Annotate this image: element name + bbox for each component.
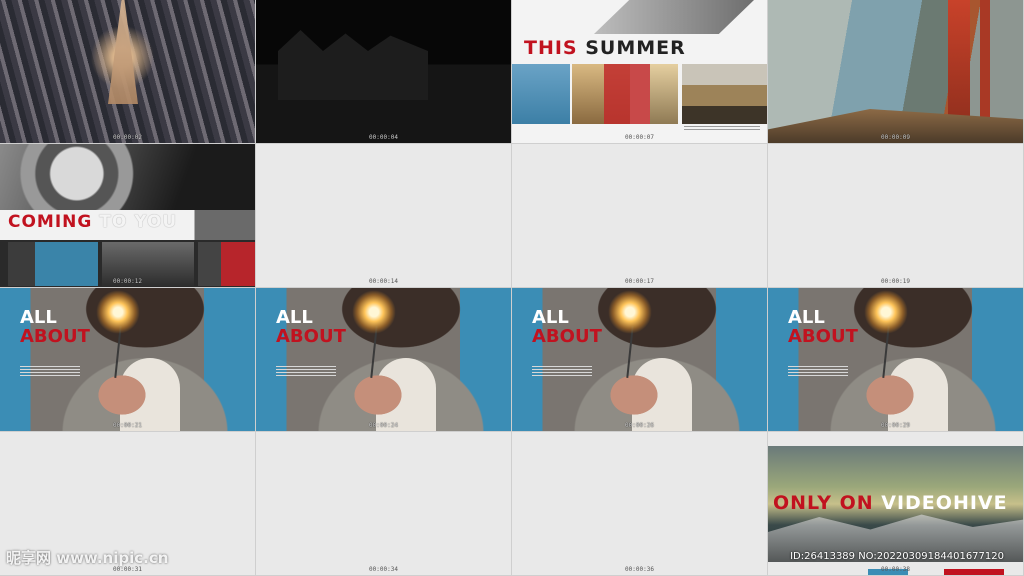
- title-red-word: ONLY ON: [773, 492, 874, 514]
- hand-graphic: [604, 370, 664, 420]
- thumbnail-sparkler[interactable]: ALL ABOUT 00:00:21: [0, 288, 256, 432]
- title-white-word: VIDEOHIVE: [881, 492, 1008, 514]
- timestamp: 00:00:36: [625, 566, 654, 573]
- thumbnail-dark-town[interactable]: 00:00:04: [256, 0, 512, 144]
- hand-graphic: [860, 370, 920, 420]
- title-line-2: ABOUT: [20, 326, 90, 347]
- text-placeholder-lines: [788, 366, 848, 378]
- timestamp: 00:00:24: [369, 422, 398, 429]
- text-placeholder-lines: [684, 126, 760, 132]
- title-line-2: ABOUT: [276, 326, 346, 347]
- title-line-2: ABOUT: [532, 326, 602, 347]
- sparkler-glow: [352, 290, 396, 334]
- thumbnail-city-blur[interactable]: 00:00:02: [0, 0, 256, 144]
- thumbnail-sparkler[interactable]: ALL ABOUT 00:00:26: [512, 288, 768, 432]
- thumbnail-sparkler[interactable]: ALL ABOUT 00:00:24: [256, 288, 512, 432]
- timestamp: 00:00:29: [881, 422, 910, 429]
- watermark-text: 昵享网 www.nipic.cn: [6, 549, 169, 567]
- thumbnail-blank[interactable]: 00:00:14: [256, 144, 512, 288]
- text-placeholder-lines: [20, 366, 80, 378]
- photo-strip-town: [682, 64, 767, 124]
- building-graphic: [108, 0, 138, 104]
- title-line-1: ALL: [276, 307, 313, 328]
- coming-to-you-title: COMING TO YOU: [8, 212, 177, 232]
- slanted-shape: [594, 0, 754, 34]
- timestamp: 00:00:17: [625, 278, 654, 285]
- thumbnail-coming-to-you[interactable]: COMING TO YOU 00:00:12: [0, 144, 256, 288]
- thumbnail-blank[interactable]: 00:00:19: [768, 144, 1024, 288]
- thumbnail-bridge-blur[interactable]: 00:00:09: [768, 0, 1024, 144]
- timestamp: 00:00:38: [881, 566, 910, 573]
- building-silhouette: [278, 30, 428, 100]
- thumbnail-blank[interactable]: 00:00:36: [512, 432, 768, 576]
- timestamp: 00:00:19: [881, 278, 910, 285]
- hand-graphic: [348, 370, 408, 420]
- title-line-2: ABOUT: [788, 326, 858, 347]
- photo-strip-house-2: [650, 64, 678, 124]
- title-dark-word: SUMMER: [585, 37, 686, 59]
- thumbnail-this-summer[interactable]: THIS SUMMER 00:00:07: [512, 0, 768, 144]
- timestamp: 00:00:34: [369, 566, 398, 573]
- timestamp: 00:00:26: [625, 422, 654, 429]
- sparkler-glow: [608, 290, 652, 334]
- this-summer-title: THIS SUMMER: [524, 37, 686, 59]
- text-placeholder-lines: [276, 366, 336, 378]
- sparkler-glow: [864, 290, 908, 334]
- timestamp: 00:00:07: [625, 134, 654, 141]
- only-on-videohive-title: ONLY ON VIDEOHIVE: [773, 492, 1008, 514]
- timestamp: 00:00:14: [369, 278, 398, 285]
- sparkler-glow: [96, 290, 140, 334]
- title-red-word: COMING: [8, 212, 93, 232]
- timestamp: 00:00:02: [113, 134, 142, 141]
- hand-graphic: [92, 370, 152, 420]
- bridge-cable: [980, 0, 990, 120]
- title-white-word: TO YOU: [99, 212, 178, 232]
- thumbnail-grid: 00:00:02 00:00:04 THIS SUMMER 00:00:07 0…: [0, 0, 1024, 576]
- image-id-text: ID:26413389 NO:20220309184401677120: [790, 551, 1004, 562]
- timestamp: 00:00:09: [881, 134, 910, 141]
- photo-strip-blue: [512, 64, 570, 124]
- timestamp: 00:00:04: [369, 134, 398, 141]
- photo-strip-red: [604, 64, 650, 124]
- timestamp: 00:00:21: [113, 422, 142, 429]
- title-line-1: ALL: [788, 307, 825, 328]
- title-line-1: ALL: [532, 307, 569, 328]
- timestamp: 00:00:12: [113, 278, 142, 285]
- thumbnail-blank[interactable]: 00:00:34: [256, 432, 512, 576]
- thumbnail-blank[interactable]: 00:00:17: [512, 144, 768, 288]
- camera-photo: [0, 144, 255, 218]
- title-line-1: ALL: [20, 307, 57, 328]
- title-red-word: THIS: [524, 37, 578, 59]
- thumbnail-sparkler[interactable]: ALL ABOUT 00:00:29: [768, 288, 1024, 432]
- text-placeholder-lines: [532, 366, 592, 378]
